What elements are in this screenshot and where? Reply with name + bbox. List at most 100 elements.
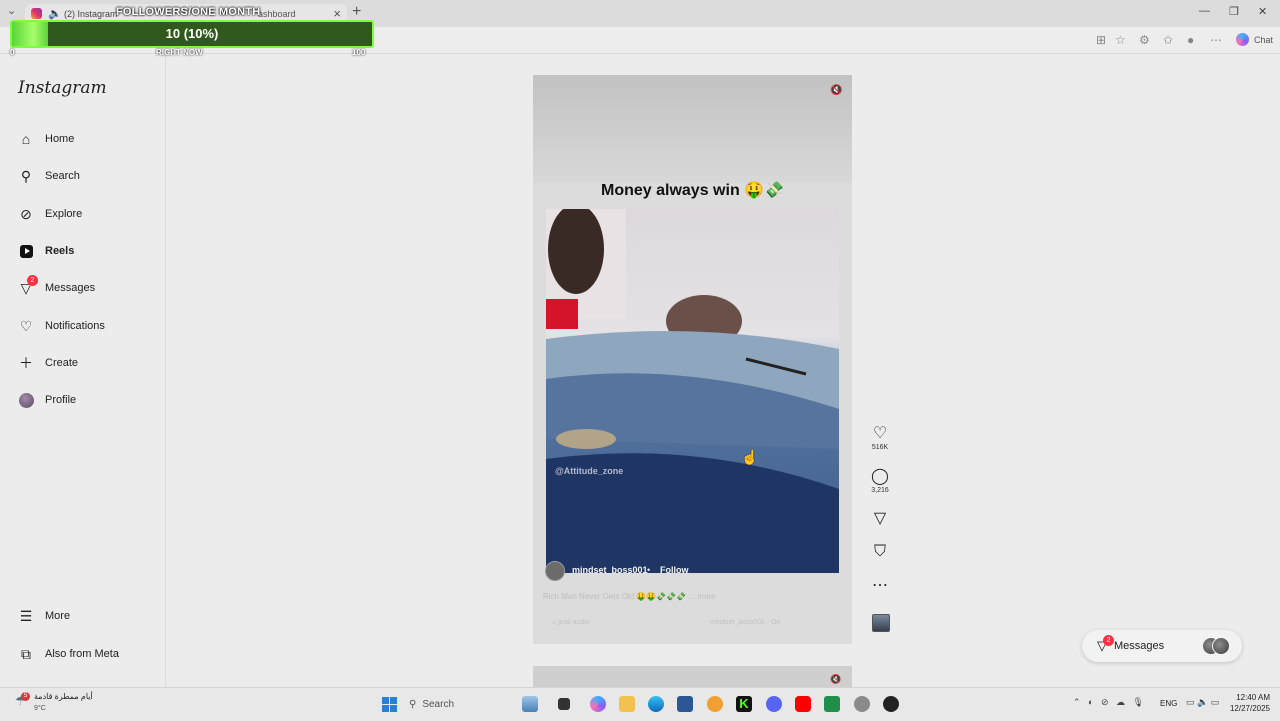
like-count: 516K <box>871 444 889 451</box>
messages-badge: 2 <box>27 275 38 286</box>
tab-title-behind: ashboard <box>258 9 296 19</box>
next-reel-preview[interactable] <box>533 666 852 687</box>
more-options-icon[interactable]: ⋯ <box>870 575 890 595</box>
weather-text[interactable]: أيام ممطرة قادمة <box>34 692 93 701</box>
heart-icon: ♡ <box>19 317 33 334</box>
sidebar-item-search[interactable]: ⚲ Search <box>18 166 80 186</box>
new-tab-button[interactable]: + <box>352 3 361 21</box>
instagram-favicon-icon <box>31 8 42 19</box>
instagram-logo[interactable]: Instagram <box>18 78 107 98</box>
app-available-icon[interactable]: ⊞ <box>1096 33 1106 47</box>
file-explorer-icon[interactable] <box>619 696 635 712</box>
speaker-icon[interactable]: 🔈 <box>48 7 62 20</box>
separator-dot: • <box>647 565 651 575</box>
sidebar-item-profile[interactable]: Profile <box>18 390 76 410</box>
progress-max-label: 100 <box>352 48 366 57</box>
sidebar-item-label: Create <box>45 357 79 369</box>
close-tab-icon[interactable]: × <box>333 6 341 21</box>
user-avatar[interactable] <box>545 561 565 581</box>
tab-title: (2) Instagram <box>64 9 118 19</box>
sidebar-item-label: Notifications <box>45 320 105 332</box>
windows-start-icon[interactable] <box>382 697 397 712</box>
share-icon[interactable]: ▽ <box>870 508 890 528</box>
system-tray-icons[interactable]: ⌃ ◐ ⊘ ☁ 🎙 <box>1073 697 1144 708</box>
sidebar-item-meta[interactable]: ⧉ Also from Meta <box>18 644 119 664</box>
more-options-icon[interactable]: ⋯ <box>1210 33 1222 47</box>
progress-text: 10 (10%) <box>165 26 219 41</box>
followers-progress-bar: 10 (10%) <box>10 20 374 48</box>
app-icon[interactable] <box>883 696 899 712</box>
favorites-icon[interactable]: ✩ <box>1163 33 1173 47</box>
meta-apps-icon: ⧉ <box>21 645 31 662</box>
mute-icon[interactable]: 🔇 <box>830 85 842 96</box>
youtube-icon[interactable] <box>795 696 811 712</box>
avatar <box>18 392 34 408</box>
sidebar-item-more[interactable]: ☰ More <box>18 606 70 626</box>
messages-pill[interactable]: ▽ 2 Messages <box>1082 630 1242 662</box>
reel-username[interactable]: mindset_boss001 <box>572 565 648 575</box>
sidebar-item-messages[interactable]: ▽ 2 Messages <box>18 275 96 298</box>
weather-badge: 5 <box>21 692 30 701</box>
close-window-icon[interactable]: ✕ <box>1258 5 1267 18</box>
sidebar-item-label: Messages <box>45 282 96 294</box>
extensions-icon[interactable]: ⚙ <box>1139 33 1150 47</box>
language-indicator[interactable]: ENG <box>1160 699 1177 708</box>
app-icon[interactable] <box>707 696 723 712</box>
progress-min-label: 0 <box>10 48 15 57</box>
favorite-star-icon[interactable]: ☆ <box>1115 33 1126 47</box>
taskbar-search[interactable]: ⚲ Search <box>409 694 509 714</box>
menu-icon: ☰ <box>19 607 33 624</box>
terminal-icon[interactable] <box>558 698 570 710</box>
sidebar-item-label: Home <box>45 133 75 145</box>
search-icon: ⚲ <box>20 167 32 184</box>
reel-video[interactable] <box>546 209 839 573</box>
minimize-icon[interactable]: — <box>1199 5 1210 17</box>
save-bookmark-icon[interactable]: ⛉ <box>870 543 890 561</box>
reel-caption[interactable]: Rich Man Never Gets Old 🤑🤑💸💸💸 ... more <box>543 592 716 601</box>
chat-button-label[interactable]: Chat <box>1254 35 1273 45</box>
discord-icon[interactable] <box>766 696 782 712</box>
sidebar-item-label: Profile <box>45 394 77 406</box>
store-icon[interactable] <box>677 696 693 712</box>
audio-original[interactable]: mindset_boss001 · Ori <box>710 619 780 626</box>
audio-track[interactable]: ♫ jinal audio <box>551 619 590 626</box>
progress-mid-label: RIGHT NOW <box>156 48 203 57</box>
sidebar-item-label: Also from Meta <box>45 648 119 660</box>
profile-icon[interactable]: ● <box>1187 33 1194 47</box>
sidebar-item-home[interactable]: ⌂ Home <box>18 129 75 149</box>
comment-icon[interactable]: ◯ <box>870 466 890 486</box>
sidebar-item-notifications[interactable]: ♡ Notifications <box>18 316 105 336</box>
settings-icon[interactable] <box>854 696 870 712</box>
app-icon[interactable] <box>824 696 840 712</box>
sidebar-item-reels[interactable]: Reels <box>18 241 74 261</box>
widget-landscape-icon[interactable] <box>522 696 538 712</box>
mute-icon[interactable]: 🔇 <box>830 674 841 685</box>
sidebar-item-create[interactable]: ＋ Create <box>18 353 78 373</box>
network-volume-icons[interactable]: ▭ 🔈 ▭ <box>1186 697 1219 708</box>
sidebar-item-explore[interactable]: ⊘ Explore <box>18 204 82 224</box>
video-frame <box>546 209 839 573</box>
sidebar-item-label: Explore <box>45 208 83 220</box>
reel-header-area <box>533 75 852 183</box>
kick-icon[interactable]: K <box>736 696 752 712</box>
copilot-icon[interactable] <box>1236 33 1249 46</box>
messages-icon: ▽ 2 <box>18 275 38 296</box>
reels-icon <box>18 243 34 259</box>
messages-label: Messages <box>1114 640 1165 652</box>
edge-browser-icon[interactable] <box>648 696 664 712</box>
reel-title: Money always win 🤑💸 <box>601 182 784 199</box>
video-watermark: @Attitude_zone <box>555 466 624 476</box>
mouse-cursor-icon: ☝ <box>741 449 759 465</box>
clock-time[interactable]: 12:40 AM <box>1225 693 1270 702</box>
clock-date[interactable]: 12/27/2025 <box>1225 704 1270 713</box>
audio-thumbnail[interactable] <box>872 614 890 632</box>
copilot-app-icon[interactable] <box>590 696 606 712</box>
home-icon: ⌂ <box>21 131 31 147</box>
tab-list-chevron-icon[interactable]: ⌄ <box>7 4 16 17</box>
like-heart-icon[interactable]: ♡ <box>870 423 890 443</box>
weather-temp: 9°C <box>34 705 46 712</box>
restore-icon[interactable]: ❐ <box>1229 5 1239 18</box>
plus-icon: ＋ <box>19 355 33 371</box>
overlay-title: FOLLOWERS/ONE MONTH <box>116 6 261 18</box>
follow-button[interactable]: Follow <box>660 565 689 575</box>
